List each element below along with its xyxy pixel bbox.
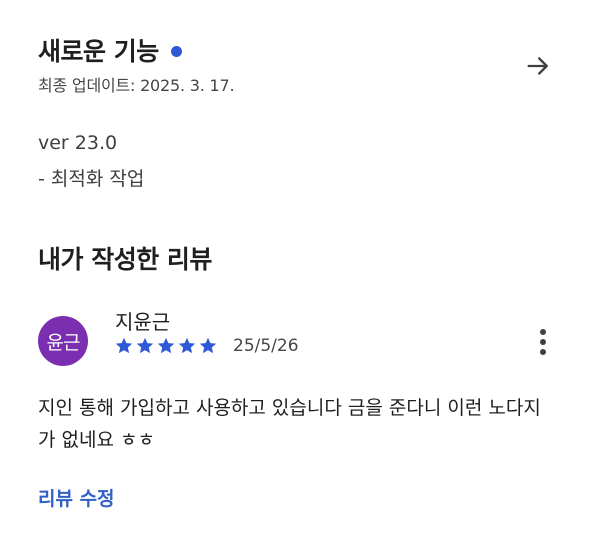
whats-new-header[interactable]: 새로운 기능 [38,30,568,70]
star-icon [136,337,154,354]
edit-review-link[interactable]: 리뷰 수정 [38,484,115,511]
avatar: 윤근 [38,316,88,366]
reviewer-name: 지윤근 [115,310,171,334]
new-indicator-dot [170,45,182,57]
star-icon [178,337,196,354]
more-vert-icon-dot [540,339,546,345]
star-icon [115,337,133,354]
review-date: 25/5/26 [233,336,299,356]
rating-row: 25/5/26 [114,336,299,356]
review-header: 윤근 지윤근 25/5/26 [38,300,568,372]
whats-new-arrow-button[interactable] [518,46,558,86]
my-review-heading: 내가 작성한 리뷰 [38,245,212,274]
release-note-text: - 최적화 작업 [38,168,145,190]
version-text: ver 23.0 [38,132,118,154]
review-text: 지인 통해 가입하고 사용하고 있습니다 금을 준다니 이런 노다지가 없네요 … [38,397,541,451]
whats-new-section: 새로운 기능 최종 업데이트: 2025. 3. 17. ver 23.0 - … [38,30,568,191]
star-rating [114,336,219,356]
my-review-section: 내가 작성한 리뷰 윤근 지윤근 25/5/26 지인 통해 가입하고 사용하고… [38,240,568,511]
star-icon [199,337,217,354]
arrow-right-icon [527,57,548,75]
more-vert-icon [540,329,546,335]
star-icon [157,337,175,354]
more-options-button[interactable] [526,322,560,362]
more-vert-icon-dot [540,349,546,355]
whats-new-title: 새로운 기능 [38,37,159,66]
last-updated-text: 최종 업데이트: 2025. 3. 17. [38,76,235,95]
